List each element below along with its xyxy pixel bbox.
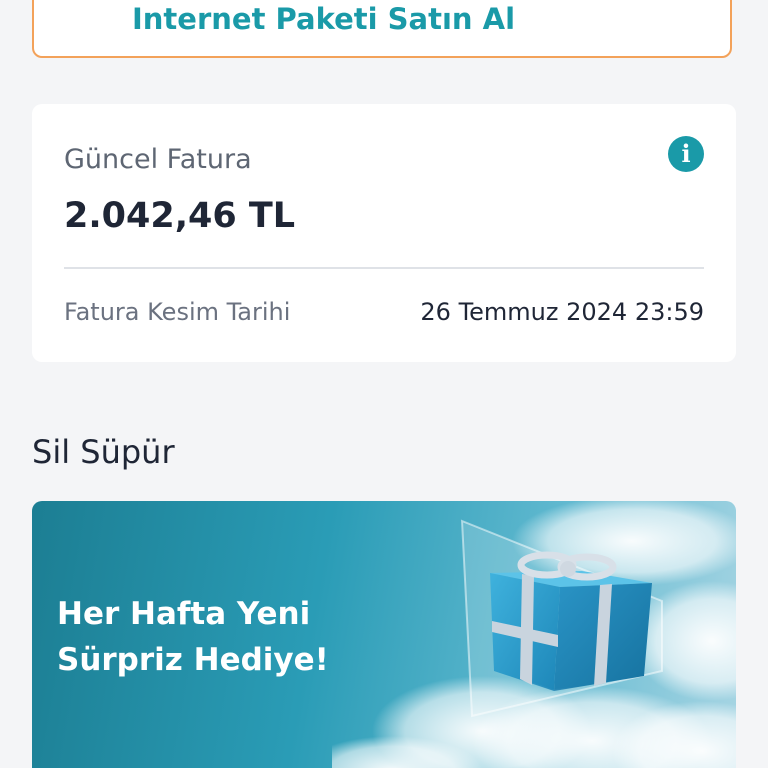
banner-title-line-2: Sürpriz Hediye! bbox=[57, 642, 329, 678]
page: Internet Paketi Satın Al Güncel Fatura i… bbox=[0, 0, 768, 768]
buy-internet-package-card[interactable]: Internet Paketi Satın Al bbox=[32, 0, 732, 58]
banner-title-line-1: Her Hafta Yeni bbox=[57, 596, 311, 632]
invoice-title: Güncel Fatura bbox=[64, 144, 252, 175]
invoice-due-value: 26 Temmuz 2024 23:59 bbox=[420, 298, 704, 326]
buy-internet-package-label: Internet Paketi Satın Al bbox=[132, 2, 516, 36]
section-title: Sil Süpür bbox=[32, 433, 175, 471]
invoice-due-label: Fatura Kesim Tarihi bbox=[64, 298, 291, 326]
current-invoice-card: Güncel Fatura i 2.042,46 TL Fatura Kesim… bbox=[32, 104, 736, 362]
divider bbox=[64, 267, 704, 269]
banner-title: Her Hafta Yeni Sürpriz Hediye! bbox=[57, 591, 329, 683]
weekly-gift-banner[interactable]: Her Hafta Yeni Sürpriz Hediye! bbox=[32, 501, 736, 768]
invoice-amount: 2.042,46 TL bbox=[64, 196, 296, 236]
gift-box-illustration bbox=[332, 501, 736, 768]
info-icon[interactable]: i bbox=[668, 136, 704, 172]
